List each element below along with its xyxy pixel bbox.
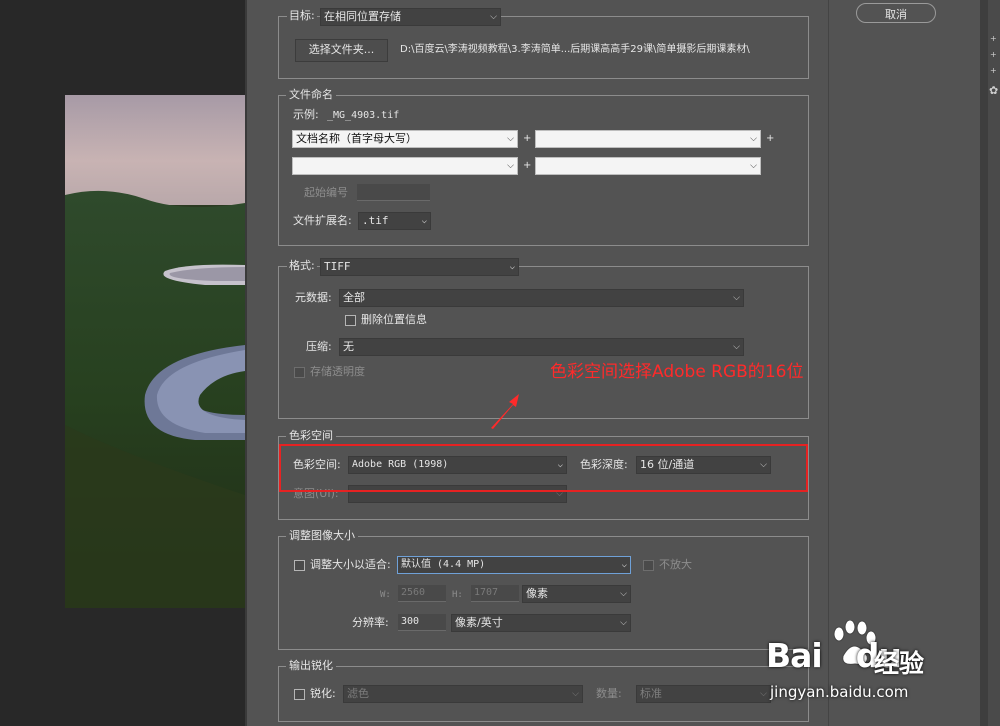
resolution-label: 分辨率: [352, 616, 389, 629]
color-space-legend: 色彩空间 [286, 429, 336, 443]
width-input[interactable]: 2560 [398, 585, 446, 602]
plus-sign: + [766, 133, 775, 144]
chevron-down-icon: ⌵ [572, 689, 579, 699]
start-number-label: 起始编号 [304, 186, 348, 199]
tutorial-annotation: 色彩空间选择Adobe RGB的16位 [550, 362, 804, 382]
plus-sign: + [523, 160, 532, 171]
sharpen-amount-label: 数量: [596, 687, 622, 700]
format-select[interactable]: TIFF ⌵ [320, 258, 519, 276]
save-transparency-label: 存储透明度 [310, 365, 365, 378]
output-sharpen-legend: 输出锐化 [286, 659, 336, 673]
annotation-arrow-icon [491, 394, 519, 429]
resolution-input[interactable]: 300 [398, 614, 446, 631]
extension-select[interactable]: .tif ⌵ [358, 212, 431, 230]
target-path: D:\百度云\李涛视频教程\3.李涛简单...后期课高高手29课\简单摄影后期课… [400, 44, 750, 55]
width-label: W: [380, 590, 391, 600]
target-select[interactable]: 在相同位置存储 ⌵ [320, 8, 501, 26]
naming-field-3[interactable]: ⌵ [292, 157, 518, 175]
remove-location-checkbox[interactable] [345, 315, 356, 326]
chevron-down-icon: ⌵ [509, 262, 515, 272]
side-panel-strip: + + + ✿ [980, 0, 1000, 726]
chevron-down-icon: ⌵ [733, 342, 740, 352]
watermark-url: jingyan.baidu.com [770, 683, 909, 701]
resize-legend: 调整图像大小 [286, 529, 358, 543]
choose-folder-button[interactable]: 选择文件夹... [295, 39, 388, 62]
format-label: 格式: [287, 259, 317, 273]
chevron-down-icon: ⌵ [620, 589, 627, 599]
resolution-unit-select[interactable]: 像素/英寸 ⌵ [451, 614, 631, 632]
plus-sign: + [523, 133, 532, 144]
no-enlarge-checkbox[interactable] [643, 560, 654, 571]
example-label: 示例: [293, 108, 319, 121]
remove-location-label: 删除位置信息 [361, 313, 427, 326]
metadata-label: 元数据: [295, 291, 332, 304]
watermark-jingyan: 经验 [874, 649, 925, 678]
height-input[interactable]: 1707 [471, 585, 519, 602]
resize-fit-select[interactable]: 默认值 (4.4 MP) ⌵ [397, 556, 631, 574]
highlight-box [279, 444, 808, 492]
chevron-down-icon: ⌵ [733, 293, 740, 303]
chevron-down-icon: ⌵ [750, 161, 757, 171]
sharpen-label: 锐化: [310, 687, 336, 700]
save-transparency-checkbox[interactable] [294, 367, 305, 378]
chevron-down-icon: ⌵ [507, 134, 514, 144]
cancel-button[interactable]: 取消 [856, 3, 936, 23]
resize-unit-select[interactable]: 像素 ⌵ [522, 585, 631, 603]
chevron-down-icon: ⌵ [760, 689, 767, 699]
naming-field-2[interactable]: ⌵ [535, 130, 761, 148]
resize-checkbox[interactable] [294, 560, 305, 571]
naming-field-4[interactable]: ⌵ [535, 157, 761, 175]
height-label: H: [452, 590, 463, 600]
extension-label: 文件扩展名: [293, 214, 352, 227]
example-value: _MG_4903.tif [327, 110, 400, 121]
compression-label: 压缩: [306, 340, 332, 353]
sharpen-amount-select[interactable]: 标准 ⌵ [636, 685, 771, 703]
dialog-side-panel [828, 0, 981, 726]
start-number-input[interactable] [357, 184, 430, 201]
chevron-down-icon: ⌵ [421, 216, 427, 226]
chevron-down-icon: ⌵ [490, 12, 497, 22]
resize-fit-label: 调整大小以适合: [310, 558, 391, 571]
metadata-select[interactable]: 全部 ⌵ [339, 289, 744, 307]
sharpen-select[interactable]: 滤色 ⌵ [343, 685, 583, 703]
chevron-down-icon: ⌵ [750, 134, 757, 144]
chevron-down-icon: ⌵ [507, 161, 514, 171]
background-photo [65, 95, 245, 608]
no-enlarge-label: 不放大 [659, 558, 692, 571]
naming-field-1[interactable]: 文档名称（首字母大写） ⌵ [292, 130, 518, 148]
target-label: 目标: [287, 9, 317, 23]
file-naming-legend: 文件命名 [286, 88, 336, 102]
chevron-down-icon: ⌵ [621, 560, 627, 570]
sharpen-checkbox[interactable] [294, 689, 305, 700]
chevron-down-icon: ⌵ [620, 618, 627, 628]
compression-select[interactable]: 无 ⌵ [339, 338, 744, 356]
